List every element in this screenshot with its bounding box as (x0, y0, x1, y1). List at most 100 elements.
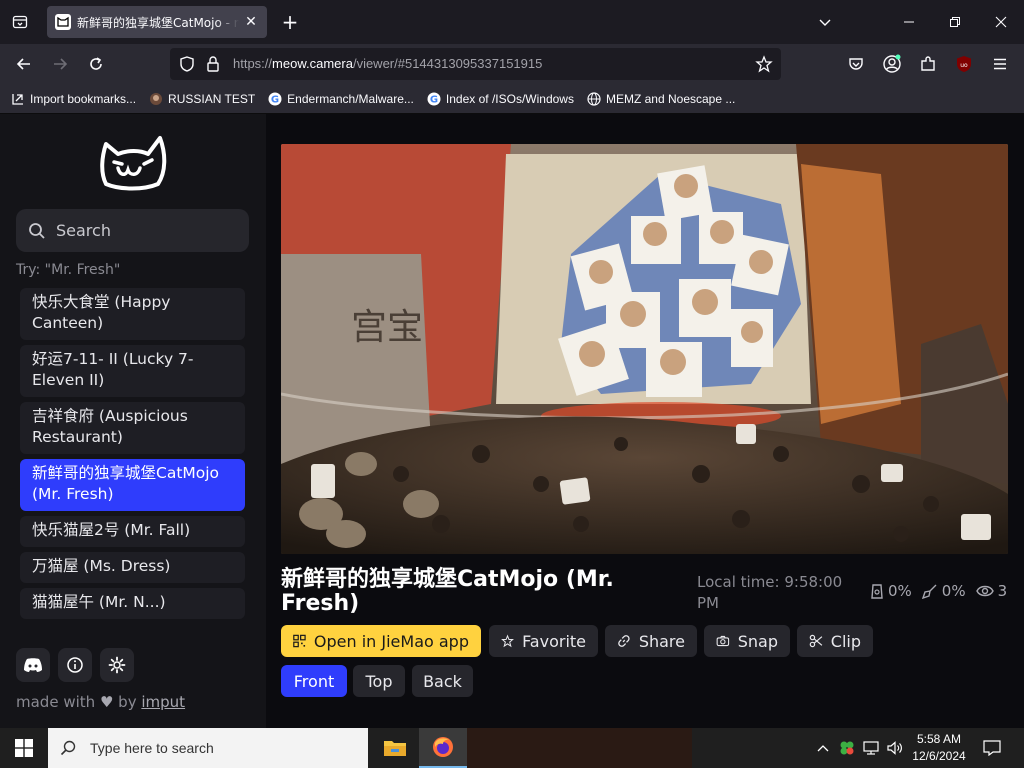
file-explorer-button[interactable] (371, 728, 419, 768)
discord-button[interactable] (16, 648, 50, 682)
camera-item[interactable]: 快乐大食堂 (Happy Canteen) (20, 288, 245, 340)
minimize-button[interactable] (886, 0, 932, 44)
puzzle-icon (921, 56, 935, 71)
taskbar-clock[interactable]: 5:58 AM 12/6/2024 (908, 731, 970, 765)
pocket-button[interactable] (842, 50, 870, 78)
tab-bar: 新鲜哥的独享城堡CatMojo - meow.camera ✕ + (0, 0, 1024, 44)
tab-list-icon (12, 15, 28, 29)
svg-text:G: G (271, 94, 279, 105)
google-icon: G (267, 91, 283, 107)
camera-video-feed[interactable]: 宫宝 (281, 144, 1008, 554)
menu-button[interactable] (986, 50, 1014, 78)
bookmark-memz[interactable]: MEMZ and Noescape ... (586, 91, 735, 107)
reload-icon (90, 57, 102, 70)
camera-item[interactable]: 吉祥食府 (Auspicious Restaurant) (20, 402, 245, 454)
tab-list-button[interactable] (6, 8, 34, 36)
account-icon (883, 54, 901, 73)
bookmark-import[interactable]: Import bookmarks... (10, 91, 136, 107)
about-button[interactable] (58, 648, 92, 682)
link-icon (618, 635, 630, 647)
google-icon: G (426, 91, 442, 107)
network-icon (863, 741, 879, 755)
extensions-button[interactable] (914, 50, 942, 78)
view-top-button[interactable]: Top (353, 665, 405, 697)
chevron-down-icon (819, 19, 831, 26)
ublock-icon: uo (957, 56, 971, 72)
clean-stat: 0% (921, 582, 966, 600)
taskbar-search[interactable]: Type here to search (48, 728, 368, 768)
camera-item[interactable]: 猫猫屋午 (Mr. N...) (20, 588, 245, 619)
volume-button[interactable] (884, 728, 906, 768)
sidebar: Try: "Mr. Fresh" 快乐大食堂 (Happy Canteen) 好… (0, 114, 266, 728)
imput-link[interactable]: imput (141, 693, 185, 711)
arrow-right-icon (54, 58, 68, 70)
gear-icon (108, 656, 126, 674)
svg-text:宫宝: 宫宝 (351, 307, 423, 348)
bookmark-star-icon[interactable] (755, 55, 773, 77)
firefox-icon (433, 737, 453, 757)
tab-active[interactable]: 新鲜哥的独享城堡CatMojo - meow.camera ✕ (47, 6, 267, 38)
shield-icon[interactable] (178, 55, 196, 77)
browser-window: 新鲜哥的独享城堡CatMojo - meow.camera ✕ + (0, 0, 1024, 728)
start-button[interactable] (0, 728, 48, 768)
bookmark-russian-test[interactable]: RUSSIAN TEST (148, 91, 255, 107)
bookmark-isos[interactable]: G Index of /ISOs/Windows (426, 91, 574, 107)
heart-icon: ♥ (99, 693, 114, 711)
reload-button[interactable] (82, 50, 110, 78)
view-back-button[interactable]: Back (412, 665, 473, 697)
favorite-button[interactable]: Favorite (489, 625, 598, 657)
svg-text:uo: uo (960, 62, 968, 69)
info-icon (67, 657, 83, 673)
close-window-button[interactable] (978, 0, 1024, 44)
new-tab-button[interactable]: + (278, 10, 302, 34)
bookmark-endermanch[interactable]: G Endermanch/Malware... (267, 91, 414, 107)
share-button[interactable]: Share (605, 625, 697, 657)
camera-item[interactable]: 好运7-11- II (Lucky 7-Eleven II) (20, 345, 245, 397)
camera-item[interactable]: 快乐猫屋2号 (Mr. Fall) (20, 516, 245, 547)
camera-item-active[interactable]: 新鲜哥的独享城堡CatMojo (Mr. Fresh) (20, 459, 245, 511)
camera-search[interactable] (16, 209, 249, 252)
camera-scene-image: 宫宝 (281, 144, 1008, 554)
view-front-button[interactable]: Front (281, 665, 347, 697)
nav-bar: https://meow.camera/viewer/#514431309533… (0, 44, 1024, 84)
network-button[interactable] (860, 728, 882, 768)
chevron-up-icon (817, 745, 829, 752)
lock-icon[interactable] (205, 55, 221, 77)
search-input[interactable] (56, 221, 236, 240)
show-hidden-icons-button[interactable] (812, 728, 834, 768)
restore-button[interactable] (932, 0, 978, 44)
account-button[interactable] (878, 50, 906, 78)
tab-close-icon[interactable]: ✕ (243, 14, 259, 30)
restore-icon (950, 17, 960, 27)
import-icon (10, 91, 26, 107)
firefox-taskbar-button[interactable] (419, 728, 467, 768)
food-stat: 0% (870, 582, 912, 600)
tab-title: 新鲜哥的独享城堡CatMojo - meow.camera (77, 15, 239, 30)
back-button[interactable] (10, 50, 38, 78)
camera-list[interactable]: 快乐大食堂 (Happy Canteen) 好运7-11- II (Lucky … (20, 288, 246, 633)
url-text[interactable]: https://meow.camera/viewer/#514431309533… (233, 56, 542, 71)
page-content: Try: "Mr. Fresh" 快乐大食堂 (Happy Canteen) 好… (0, 114, 1024, 728)
scissors-icon (809, 634, 823, 648)
meow-camera-logo[interactable] (98, 130, 168, 192)
taskbar-search-placeholder: Type here to search (90, 740, 214, 756)
open-in-app-button[interactable]: Open in JieMao app (281, 625, 481, 657)
forward-button[interactable] (46, 50, 74, 78)
globe-icon (586, 91, 602, 107)
ublock-button[interactable]: uo (950, 50, 978, 78)
eye-icon (975, 585, 994, 597)
snap-button[interactable]: Snap (704, 625, 790, 657)
close-icon (995, 16, 1007, 28)
tray-app-button[interactable] (836, 728, 858, 768)
notifications-button[interactable] (978, 728, 1006, 768)
windows-logo-icon (15, 739, 33, 757)
camera-title: 新鲜哥的独享城堡CatMojo (Mr. Fresh) (281, 567, 614, 616)
hamburger-menu-icon (994, 58, 1006, 70)
settings-button[interactable] (100, 648, 134, 682)
svg-text:G: G (430, 94, 438, 105)
camera-item[interactable]: 万猫屋 (Ms. Dress) (20, 552, 245, 583)
url-bar[interactable]: https://meow.camera/viewer/#514431309533… (170, 48, 781, 80)
list-all-tabs-button[interactable] (802, 0, 848, 44)
search-hint: Try: "Mr. Fresh" (16, 262, 121, 278)
clip-button[interactable]: Clip (797, 625, 873, 657)
